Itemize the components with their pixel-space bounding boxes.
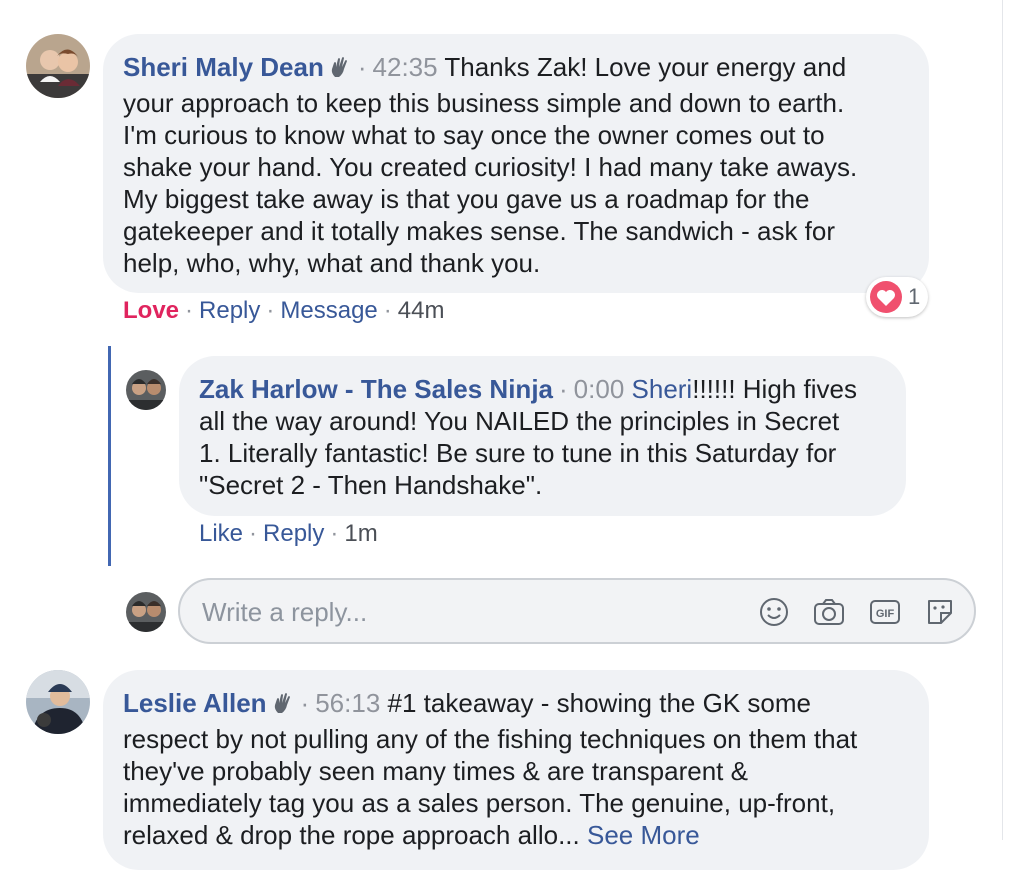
- replier-name[interactable]: Zak Harlow - The Sales Ninja: [199, 374, 553, 404]
- reply-timestamp[interactable]: 0:00: [574, 374, 625, 404]
- reply-button[interactable]: Reply: [263, 520, 324, 547]
- sticker-icon[interactable]: [924, 596, 956, 633]
- comment-text-line: relaxed & drop the rope approach allo...…: [123, 819, 909, 851]
- message-button[interactable]: Message: [280, 297, 377, 324]
- wave-icon: [271, 691, 295, 723]
- comment-text-line: help, who, why, what and thank you.: [123, 248, 541, 278]
- reply-text-line: "Secret 2 - Then Handshake".: [199, 470, 543, 500]
- comment-timestamp[interactable]: 42:35: [373, 52, 438, 82]
- like-button[interactable]: Like: [199, 520, 243, 547]
- reaction-count: 1: [908, 284, 921, 309]
- comment-text-line: Thanks Zak! Love your energy and: [444, 52, 847, 82]
- feed-right-border: [1002, 0, 1003, 840]
- reply-text-line: 1. Literally fantastic! Be sure to tune …: [199, 438, 837, 468]
- comment-bubble-sheri: Sheri Maly Dean · 42:35 Thanks Zak! Love y…: [103, 34, 929, 293]
- comment-bubble-leslie: Leslie Allen · 56:13 #1 takeaway - showing…: [103, 670, 929, 870]
- avatar-sheri[interactable]: [26, 34, 90, 98]
- avatar-zak[interactable]: [126, 370, 166, 410]
- wave-icon: [328, 55, 352, 87]
- emoji-icon[interactable]: [758, 596, 790, 633]
- reply-button[interactable]: Reply: [199, 297, 260, 324]
- comment-text-line: #1 takeaway - showing the GK some: [387, 688, 811, 718]
- love-reaction-icon: [870, 281, 902, 313]
- reply-age[interactable]: 1m: [344, 520, 377, 547]
- reply-bubble-zak: Zak Harlow - The Sales Ninja · 0:00 Sheri!…: [179, 356, 906, 516]
- see-more-link[interactable]: See More: [587, 820, 700, 850]
- svg-text:GIF: GIF: [876, 608, 895, 620]
- comment-text-line: your approach to keep this business simp…: [123, 88, 845, 118]
- avatar-leslie[interactable]: [26, 670, 90, 734]
- comment-text-line: immediately tag you as a sales person. T…: [123, 788, 836, 818]
- comment-first-line: Leslie Allen · 56:13 #1 takeaway - showing…: [123, 687, 909, 723]
- comment-text-line: respect by not pulling any of the fishin…: [123, 724, 858, 754]
- mention-link[interactable]: Sheri: [632, 374, 693, 404]
- reaction-summary[interactable]: 1: [866, 277, 928, 317]
- comment-text-line: gatekeeper and it totally makes sense. T…: [123, 216, 836, 246]
- comment-first-line: Sheri Maly Dean · 42:35 Thanks Zak! Love y…: [123, 51, 909, 87]
- reply-text-line: !!!!!! High fives: [692, 374, 857, 404]
- comment-text-line: I'm curious to know what to say once the…: [123, 120, 825, 150]
- gif-icon[interactable]: GIF: [868, 596, 902, 633]
- reply-input[interactable]: [200, 592, 724, 632]
- comment-timestamp[interactable]: 56:13: [315, 688, 380, 718]
- commenter-name[interactable]: Leslie Allen: [123, 688, 267, 718]
- comment-text-line: My biggest take away is that you gave us…: [123, 184, 810, 214]
- reply-actions-zak: Like · Reply · 1m: [199, 520, 378, 547]
- reply-thread-rail: [108, 346, 111, 566]
- camera-icon[interactable]: [812, 596, 846, 633]
- comment-age[interactable]: 44m: [398, 297, 445, 324]
- truncated-text: relaxed & drop the rope approach allo...: [123, 820, 580, 850]
- reply-text-line: all the way around! You NAILED the princ…: [199, 406, 840, 436]
- commenter-name[interactable]: Sheri Maly Dean: [123, 52, 324, 82]
- comment-text-line: shake your hand. You created curiosity! …: [123, 152, 858, 182]
- reply-first-line: Zak Harlow - The Sales Ninja · 0:00 Sheri!…: [199, 374, 857, 404]
- love-button[interactable]: Love: [123, 297, 179, 324]
- reply-composer[interactable]: GIF: [178, 578, 976, 644]
- comment-actions-sheri: Love · Reply · Message · 44m: [123, 297, 445, 324]
- comment-text-line: they've probably seen many times & are t…: [123, 756, 748, 786]
- avatar-current-user: [126, 592, 166, 632]
